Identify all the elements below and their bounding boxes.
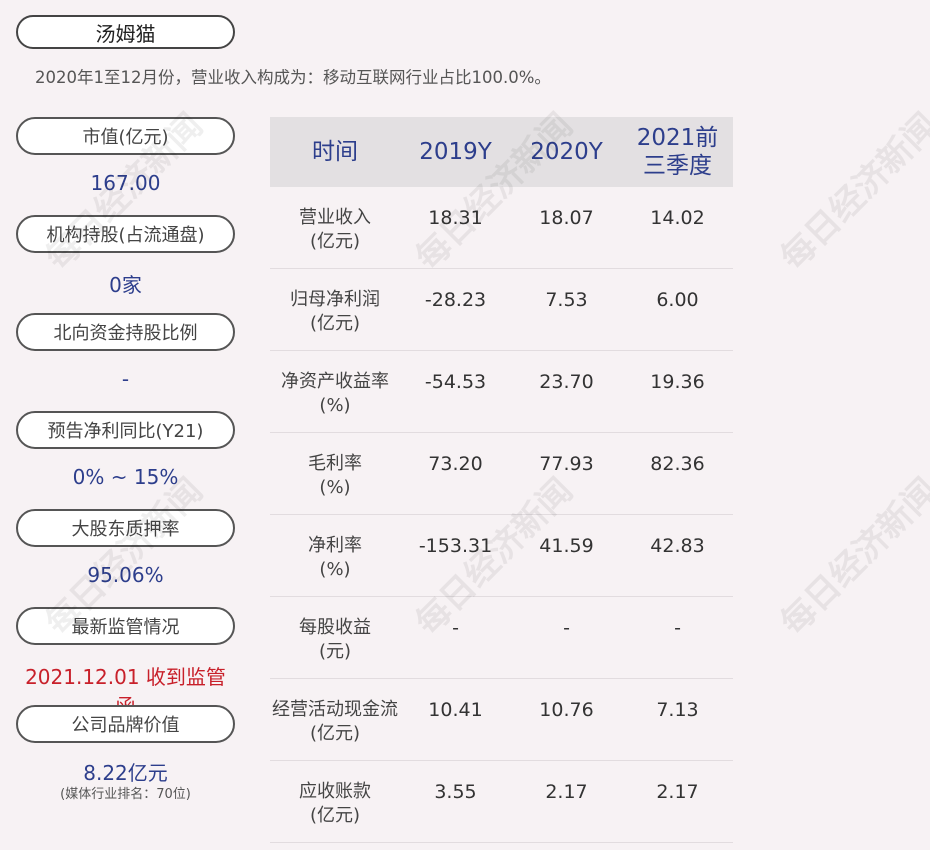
row-label: 归母净利润 (亿元) (290, 289, 380, 334)
table-cell: 73.20 (428, 453, 483, 475)
row-label: 经营活动现金流 (亿元) (272, 699, 398, 744)
column-header: 2021前三季度 (636, 125, 719, 179)
row-label: 净利率 (%) (308, 535, 362, 580)
table-cell: -54.53 (424, 371, 487, 393)
table-cell: -153.31 (418, 535, 493, 557)
table-cell: 18.07 (539, 207, 594, 229)
revenue-composition-text: 2020年1至12月份，营业收入构成为：移动互联网行业占比100.0%。 (35, 68, 551, 87)
metric-value: 95.06% (87, 563, 164, 587)
metric-subnote: (媒体行业排名：70位) (60, 787, 191, 802)
table-cell: 14.02 (650, 207, 705, 229)
metric-brand-value: 公司品牌价值 8.22亿元 (媒体行业排名：70位) (16, 705, 235, 803)
table-cell: 2.17 (545, 781, 588, 803)
financial-table: 时间 2019Y 2020Y 2021前三季度 营业收入 (亿元) 18.31 1… (270, 117, 733, 843)
metric-label-pill: 北向资金持股比例 (16, 313, 235, 351)
row-label: 毛利率 (%) (308, 453, 362, 498)
table-cell: - (563, 617, 570, 639)
table-cell: 6.00 (656, 289, 699, 311)
table-row: 净资产收益率 (%) -54.53 23.70 19.36 (270, 351, 733, 433)
table-row: 毛利率 (%) 73.20 77.93 82.36 (270, 433, 733, 515)
column-header: 2020Y (530, 139, 603, 165)
table-row: 净利率 (%) -153.31 41.59 42.83 (270, 515, 733, 597)
table-cell: 3.55 (434, 781, 477, 803)
metric-value: 8.22亿元 (83, 761, 168, 785)
row-label: 营业收入 (亿元) (299, 207, 371, 252)
metric-label-pill: 市值(亿元) (16, 117, 235, 155)
metrics-column: 市值(亿元) 167.00 机构持股(占流通盘) 0家 北向资金持股比例 - 预… (16, 117, 235, 803)
row-label: 净资产收益率 (%) (281, 371, 389, 416)
table-cell: 10.76 (539, 699, 594, 721)
column-header: 时间 (312, 139, 358, 165)
metric-label-pill: 预告净利同比(Y21) (16, 411, 235, 449)
table-cell: 7.13 (656, 699, 699, 721)
table-cell: 82.36 (650, 453, 705, 475)
company-name: 汤姆猫 (95, 21, 156, 46)
table-row: 应收账款 (亿元) 3.55 2.17 2.17 (270, 761, 733, 843)
table-header: 时间 2019Y 2020Y 2021前三季度 (270, 117, 733, 187)
metric-value: 0家 (109, 273, 142, 297)
watermark: 每日经济新闻 (773, 470, 930, 644)
table-row: 经营活动现金流 (亿元) 10.41 10.76 7.13 (270, 679, 733, 761)
table-row: 归母净利润 (亿元) -28.23 7.53 6.00 (270, 269, 733, 351)
table-cell: 19.36 (650, 371, 705, 393)
table-cell: 77.93 (539, 453, 594, 475)
metric-label-pill: 公司品牌价值 (16, 705, 235, 743)
column-header: 2019Y (419, 139, 492, 165)
metric-value: - (121, 367, 130, 391)
table-cell: 7.53 (545, 289, 588, 311)
table-cell: - (674, 617, 681, 639)
table-cell: - (452, 617, 459, 639)
table-cell: 18.31 (428, 207, 483, 229)
metric-profit-forecast: 预告净利同比(Y21) 0% ~ 15% (16, 411, 235, 509)
metric-northbound-ratio: 北向资金持股比例 - (16, 313, 235, 411)
metric-value: 167.00 (90, 171, 161, 195)
table-row: 每股收益 (元) - - - (270, 597, 733, 679)
row-label: 应收账款 (亿元) (299, 781, 371, 826)
table-cell: -28.23 (424, 289, 487, 311)
watermark: 每日经济新闻 (773, 105, 930, 279)
metric-regulatory-status: 最新监管情况 2021.12.01 收到监管函 (16, 607, 235, 718)
table-cell: 10.41 (428, 699, 483, 721)
table-cell: 41.59 (539, 535, 594, 557)
metric-label-pill: 机构持股(占流通盘) (16, 215, 235, 253)
table-cell: 23.70 (539, 371, 594, 393)
company-name-badge: 汤姆猫 (16, 15, 235, 49)
metric-label-pill: 最新监管情况 (16, 607, 235, 645)
table-row: 营业收入 (亿元) 18.31 18.07 14.02 (270, 187, 733, 269)
row-label: 每股收益 (元) (299, 617, 371, 662)
metric-market-cap: 市值(亿元) 167.00 (16, 117, 235, 215)
metric-label-pill: 大股东质押率 (16, 509, 235, 547)
metric-pledge-ratio: 大股东质押率 95.06% (16, 509, 235, 607)
metric-institutional-holdings: 机构持股(占流通盘) 0家 (16, 215, 235, 313)
table-cell: 2.17 (656, 781, 699, 803)
table-cell: 42.83 (650, 535, 705, 557)
metric-value: 0% ~ 15% (72, 465, 179, 489)
